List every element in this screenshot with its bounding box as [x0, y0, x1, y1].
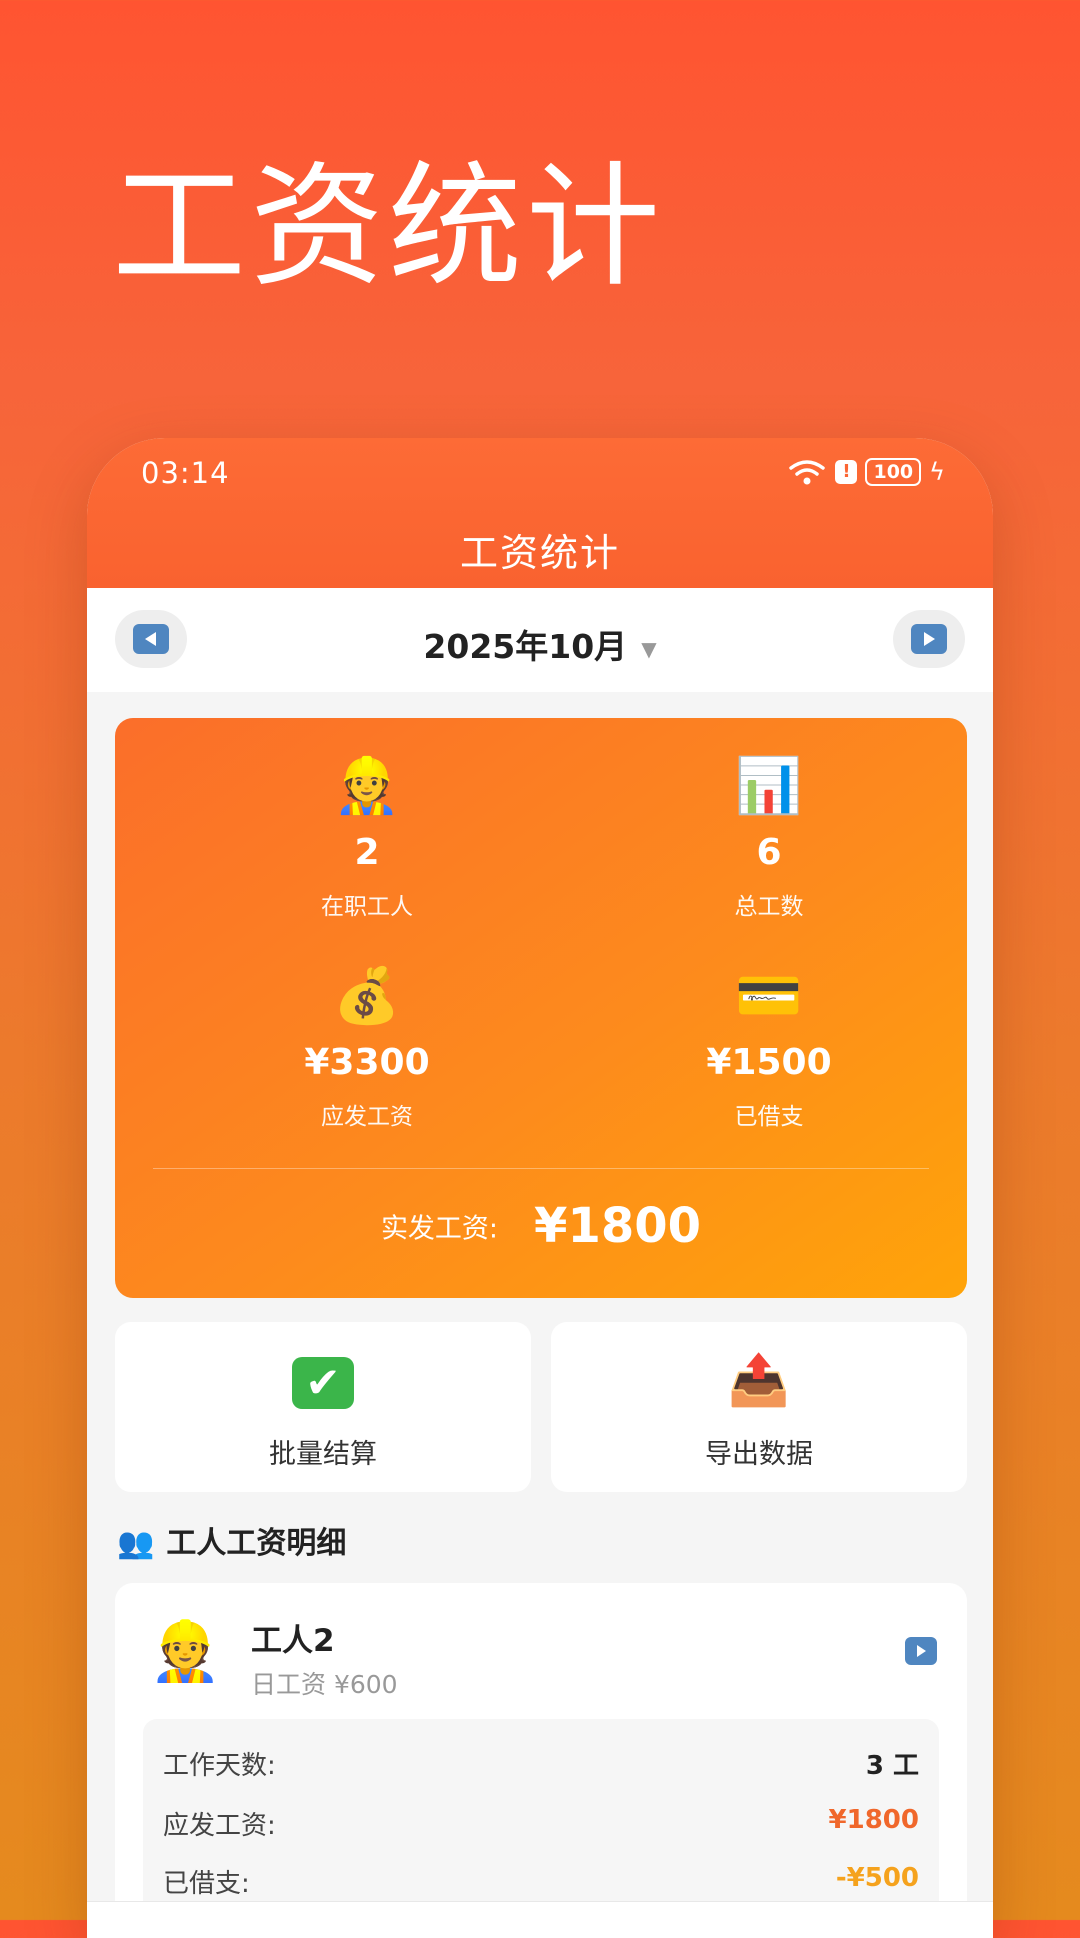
check-mark-icon: ✔ — [292, 1357, 354, 1409]
summary-divider — [153, 1168, 929, 1169]
status-time: 03:14 — [141, 456, 230, 490]
detail-value: ¥1800 — [828, 1805, 919, 1835]
hero-title: 工资统计 — [112, 149, 665, 305]
salary-summary-card: 👷 2 在职工人 📊 6 总工数 💰 ¥3300 应发工资 💳 ¥1500 已借… — [115, 718, 967, 1298]
stat-value: 6 — [756, 832, 782, 873]
wifi-icon — [789, 460, 826, 485]
detail-row-work-days: 工作天数: 3 工 — [163, 1745, 919, 1782]
section-title: 👥 工人工资明细 — [117, 1518, 346, 1562]
app-bar-title: 工资统计 — [459, 531, 620, 575]
battery-icon: 100 — [865, 458, 922, 486]
batch-settle-label: 批量结算 — [269, 1439, 377, 1470]
detail-row-payable: 应发工资: ¥1800 — [163, 1805, 919, 1842]
detail-value: 3 工 — [865, 1751, 919, 1781]
bar-chart-icon: 📊 — [735, 754, 803, 817]
month-label: 2025年10月 — [423, 627, 628, 666]
detail-label: 已借支: — [163, 1869, 250, 1899]
next-month-button[interactable] — [893, 610, 965, 668]
detail-label: 工作天数: — [163, 1751, 276, 1781]
detail-value: -¥500 — [835, 1863, 919, 1893]
charging-bolt-icon: ϟ — [929, 458, 945, 486]
credit-card-icon: 💳 — [735, 964, 803, 1027]
net-salary: 实发工资: ¥1800 — [115, 1198, 967, 1254]
stat-payable-salary: 💰 ¥3300 应发工资 — [217, 964, 517, 1131]
month-selector-bar: 2025年10月 ▼ — [87, 588, 993, 692]
export-data-button[interactable]: 📤 导出数据 — [551, 1322, 967, 1492]
stat-label: 已借支 — [734, 1104, 804, 1130]
worker-avatar-icon: 👷 — [149, 1617, 222, 1685]
app-bar: 03:14 ! 100 ϟ 工资统计 — [87, 438, 993, 588]
stat-value: ¥1500 — [706, 1042, 832, 1083]
stat-total-days: 📊 6 总工数 — [619, 754, 919, 921]
money-bag-icon: 💰 — [333, 964, 401, 1027]
alert-icon: ! — [835, 460, 858, 484]
stat-active-workers: 👷 2 在职工人 — [217, 754, 517, 921]
people-icon: 👥 — [117, 1526, 155, 1561]
stat-label: 在职工人 — [321, 894, 413, 920]
month-dropdown[interactable]: 2025年10月 ▼ — [87, 620, 993, 668]
export-data-label: 导出数据 — [705, 1439, 813, 1470]
stat-value: 2 — [354, 832, 380, 873]
outbox-tray-icon: 📤 — [727, 1351, 791, 1409]
worker-daily-wage: 日工资 ¥600 — [251, 1670, 398, 1699]
batch-settle-button[interactable]: ✔ 批量结算 — [115, 1322, 531, 1492]
detail-label: 应发工资: — [163, 1811, 276, 1841]
expand-arrow-icon[interactable] — [905, 1637, 937, 1665]
phone-frame: 03:14 ! 100 ϟ 工资统计 2025年10月 ▼ 👷 2 在职工人 📊… — [87, 438, 993, 1938]
caret-down-icon: ▼ — [641, 636, 657, 661]
net-salary-value: ¥1800 — [534, 1198, 702, 1254]
stat-borrowed: 💳 ¥1500 已借支 — [619, 964, 919, 1131]
section-title-text: 工人工资明细 — [166, 1526, 347, 1561]
worker-icon: 👷 — [333, 754, 401, 817]
stat-label: 总工数 — [734, 894, 804, 920]
status-icons: ! 100 ϟ — [787, 458, 945, 486]
stat-label: 应发工资 — [321, 1104, 413, 1130]
worker-name: 工人2 — [251, 1623, 335, 1659]
net-salary-label: 实发工资: — [380, 1213, 499, 1245]
stat-value: ¥3300 — [304, 1042, 430, 1083]
worker-card[interactable]: 👷 工人2 日工资 ¥600 工作天数: 3 工 应发工资: ¥1800 已借支… — [115, 1583, 967, 1938]
right-arrow-icon — [911, 624, 947, 654]
detail-row-borrowed: 已借支: -¥500 — [163, 1863, 919, 1900]
